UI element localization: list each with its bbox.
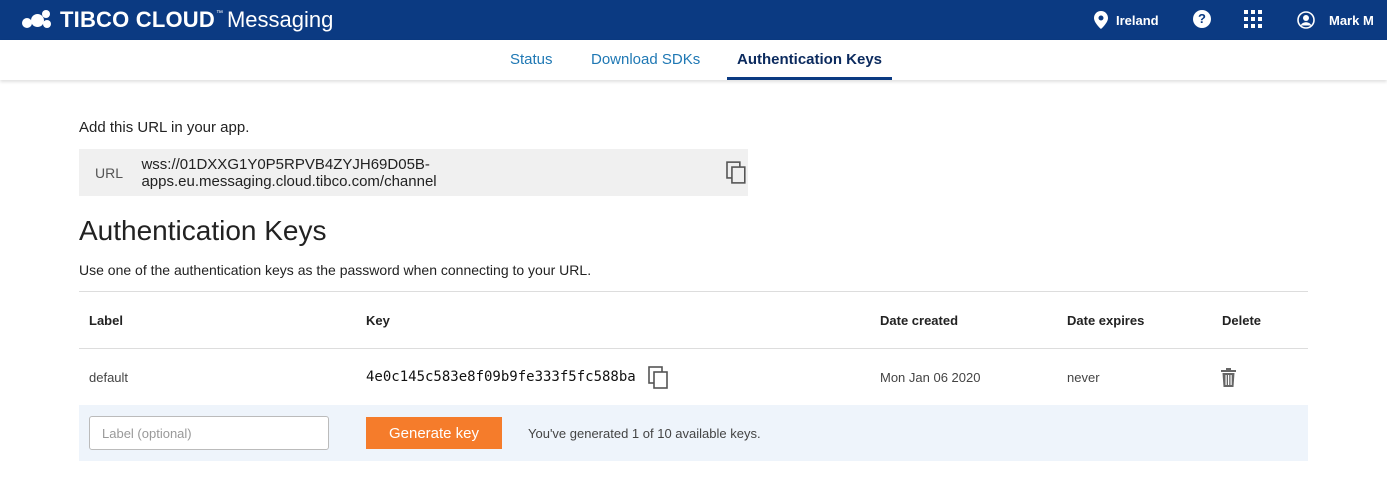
user-avatar-icon xyxy=(1297,11,1315,29)
column-header-date-expires: Date expires xyxy=(1067,313,1145,328)
column-header-date-created: Date created xyxy=(880,313,959,328)
url-value[interactable]: wss://01DXXG1Y0P5RPVB4ZYJH69D05B-apps.eu… xyxy=(141,156,718,190)
keys-table: Label Key Date created Date expires Dele… xyxy=(79,291,1308,405)
url-intro-text: Add this URL in your app. xyxy=(79,119,250,136)
section-subtitle: Use one of the authentication keys as th… xyxy=(79,262,592,278)
brand-trademark: ™ xyxy=(215,9,223,17)
new-key-row: Generate key You've generated 1 of 10 av… xyxy=(79,405,1308,461)
user-name: Mark M xyxy=(1329,12,1374,28)
section-title: Authentication Keys xyxy=(79,215,327,246)
location-pin-icon xyxy=(1094,11,1108,29)
key-count-note: You've generated 1 of 10 available keys. xyxy=(528,426,761,441)
row-key[interactable]: 4e0c145c583e8f09b9fe333f5fc588ba xyxy=(366,369,636,385)
url-label: URL xyxy=(95,164,124,181)
row-label: default xyxy=(89,370,129,385)
region-selector[interactable]: Ireland xyxy=(1094,9,1159,31)
trash-icon[interactable] xyxy=(1221,368,1236,387)
row-date-created: Mon Jan 06 2020 xyxy=(880,370,981,385)
tab-authentication-keys[interactable]: Authentication Keys xyxy=(727,40,893,80)
column-header-delete: Delete xyxy=(1222,313,1262,328)
table-header: Label Key Date created Date expires Dele… xyxy=(79,291,1308,349)
user-menu[interactable]: Mark M xyxy=(1297,9,1374,31)
column-header-label: Label xyxy=(89,313,123,328)
brand-name: TIBCO CLOUD xyxy=(60,7,215,32)
app-grid-icon[interactable] xyxy=(1244,10,1262,28)
row-date-expires: never xyxy=(1067,370,1100,385)
tab-bar: Status Download SDKs Authentication Keys xyxy=(0,40,1387,80)
column-header-key: Key xyxy=(366,313,390,328)
brand-logo[interactable]: TIBCO CLOUD ™ Messaging xyxy=(22,7,333,33)
brand-product: Messaging xyxy=(226,7,334,32)
url-box: URL wss://01DXXG1Y0P5RPVB4ZYJH69D05B-app… xyxy=(79,149,748,196)
table-row: default 4e0c145c583e8f09b9fe333f5fc588ba… xyxy=(79,349,1308,405)
region-label: Ireland xyxy=(1116,12,1159,28)
tab-status[interactable]: Status xyxy=(510,40,553,80)
tibco-logo-icon xyxy=(22,10,54,30)
top-bar: TIBCO CLOUD ™ Messaging Ireland ? Mark M xyxy=(0,0,1387,40)
copy-url-icon[interactable] xyxy=(726,160,748,185)
copy-key-icon[interactable] xyxy=(648,366,670,390)
label-input[interactable] xyxy=(89,416,329,450)
help-icon[interactable]: ? xyxy=(1193,10,1211,28)
generate-key-button[interactable]: Generate key xyxy=(366,417,502,449)
tab-download-sdks[interactable]: Download SDKs xyxy=(591,40,700,80)
